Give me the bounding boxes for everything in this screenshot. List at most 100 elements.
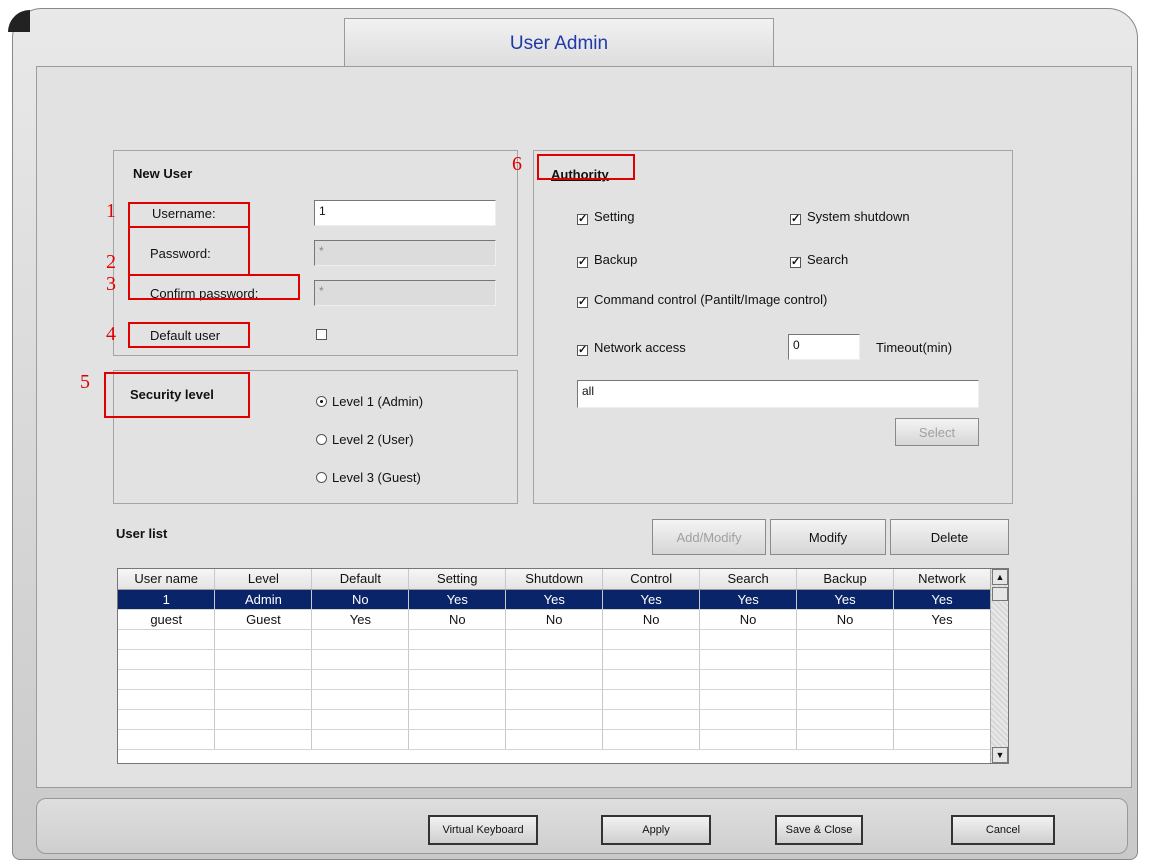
callout-box-1 — [128, 202, 250, 228]
table-cell — [214, 689, 313, 710]
column-header[interactable]: Network — [893, 569, 991, 590]
column-header[interactable]: Search — [699, 569, 798, 590]
security-option-user[interactable]: Level 2 (User) — [316, 432, 414, 447]
table-row[interactable] — [118, 689, 991, 710]
table-cell — [893, 689, 991, 710]
column-header[interactable]: User name — [118, 569, 216, 590]
table-cell — [118, 689, 216, 710]
table-cell — [214, 629, 313, 650]
select-button[interactable]: Select — [895, 418, 979, 446]
add-modify-button[interactable]: Add/Modify — [652, 519, 766, 555]
vertical-scrollbar[interactable]: ▲ ▼ — [990, 569, 1008, 763]
scroll-thumb[interactable] — [992, 587, 1008, 601]
network-channels-input[interactable]: all — [577, 380, 979, 408]
table-header-row: User name Level Default Setting Shutdown Cont… — [118, 569, 991, 590]
table-cell — [893, 669, 991, 690]
table-cell: Yes — [602, 589, 701, 610]
window-title: User Admin — [344, 18, 774, 68]
radio-icon — [316, 472, 327, 483]
table-cell — [602, 649, 701, 670]
table-row[interactable]: guest Guest Yes No No No No No Yes — [118, 609, 991, 630]
table-row[interactable] — [118, 649, 991, 670]
table-cell — [893, 629, 991, 650]
table-cell — [505, 709, 604, 730]
table-row[interactable] — [118, 669, 991, 690]
username-input[interactable]: 1 — [314, 200, 496, 226]
modify-button[interactable]: Modify — [770, 519, 886, 555]
callout-number-4: 4 — [106, 323, 116, 345]
apply-button[interactable]: Apply — [601, 815, 711, 845]
table-cell — [699, 689, 798, 710]
security-option-guest[interactable]: Level 3 (Guest) — [316, 470, 421, 485]
table-cell — [893, 649, 991, 670]
column-header[interactable]: Shutdown — [505, 569, 604, 590]
user-list-title: User list — [116, 526, 168, 541]
table-cell: Admin — [214, 589, 313, 610]
table-cell — [118, 729, 216, 750]
network-access-checkbox[interactable]: ✓ Network access — [577, 340, 686, 356]
table-cell — [311, 709, 410, 730]
table-cell — [505, 669, 604, 690]
table-cell: Yes — [796, 589, 894, 610]
table-cell — [408, 689, 507, 710]
table-cell — [505, 629, 604, 650]
table-cell — [118, 709, 216, 730]
scroll-up-icon[interactable]: ▲ — [992, 569, 1008, 585]
search-checkbox[interactable]: ✓ Search — [790, 252, 848, 268]
timeout-input[interactable]: 0 — [788, 334, 860, 360]
table-row[interactable] — [118, 629, 991, 650]
backup-checkbox[interactable]: ✓ Backup — [577, 252, 637, 268]
table-cell — [796, 629, 894, 650]
column-header[interactable]: Level — [214, 569, 313, 590]
cancel-button[interactable]: Cancel — [951, 815, 1055, 845]
system-shutdown-checkbox[interactable]: ✓ System shutdown — [790, 209, 910, 225]
table-cell: Yes — [699, 589, 798, 610]
table-cell — [699, 629, 798, 650]
check-icon: ✓ — [577, 213, 588, 225]
table-cell — [118, 629, 216, 650]
default-user-checkbox[interactable] — [316, 329, 327, 340]
scroll-down-icon[interactable]: ▼ — [992, 747, 1008, 763]
new-user-title: New User — [133, 166, 193, 181]
table-cell — [796, 689, 894, 710]
window-corner — [8, 10, 30, 32]
delete-button[interactable]: Delete — [890, 519, 1009, 555]
setting-checkbox[interactable]: ✓ Setting — [577, 209, 634, 225]
callout-number-1: 1 — [106, 200, 116, 222]
virtual-keyboard-button[interactable]: Virtual Keyboard — [428, 815, 538, 845]
table-cell — [796, 669, 894, 690]
command-control-checkbox[interactable]: ✓ Command control (Pantilt/Image control) — [577, 292, 827, 308]
security-option-admin[interactable]: Level 1 (Admin) — [316, 394, 423, 409]
check-icon: ✓ — [790, 213, 801, 225]
table-cell — [408, 669, 507, 690]
table-row[interactable] — [118, 709, 991, 730]
column-header[interactable]: Default — [311, 569, 410, 590]
column-header[interactable]: Setting — [408, 569, 507, 590]
check-icon: ✓ — [577, 344, 588, 356]
table-cell — [602, 669, 701, 690]
table-cell: No — [408, 609, 507, 630]
table-cell — [118, 669, 216, 690]
confirm-password-input[interactable]: * — [314, 280, 496, 306]
table-cell: Yes — [893, 609, 991, 630]
table-cell — [214, 669, 313, 690]
user-table[interactable]: User name Level Default Setting Shutdown Cont… — [117, 568, 1009, 764]
table-cell — [602, 629, 701, 650]
check-icon: ✓ — [790, 256, 801, 268]
table-cell: Guest — [214, 609, 313, 630]
column-header[interactable]: Control — [602, 569, 701, 590]
table-cell — [214, 649, 313, 670]
table-row[interactable] — [118, 729, 991, 750]
table-row[interactable]: 1 Admin No Yes Yes Yes Yes Yes Yes — [118, 589, 991, 610]
column-header[interactable]: Backup — [796, 569, 894, 590]
table-cell — [408, 729, 507, 750]
authority-group — [533, 150, 1013, 504]
save-close-button[interactable]: Save & Close — [775, 815, 863, 845]
table-cell — [505, 649, 604, 670]
table-cell: Yes — [505, 589, 604, 610]
callout-box-3 — [128, 274, 300, 300]
callout-box-2 — [128, 226, 250, 276]
table-cell — [796, 649, 894, 670]
password-input[interactable]: * — [314, 240, 496, 266]
timeout-label: Timeout(min) — [876, 340, 953, 355]
